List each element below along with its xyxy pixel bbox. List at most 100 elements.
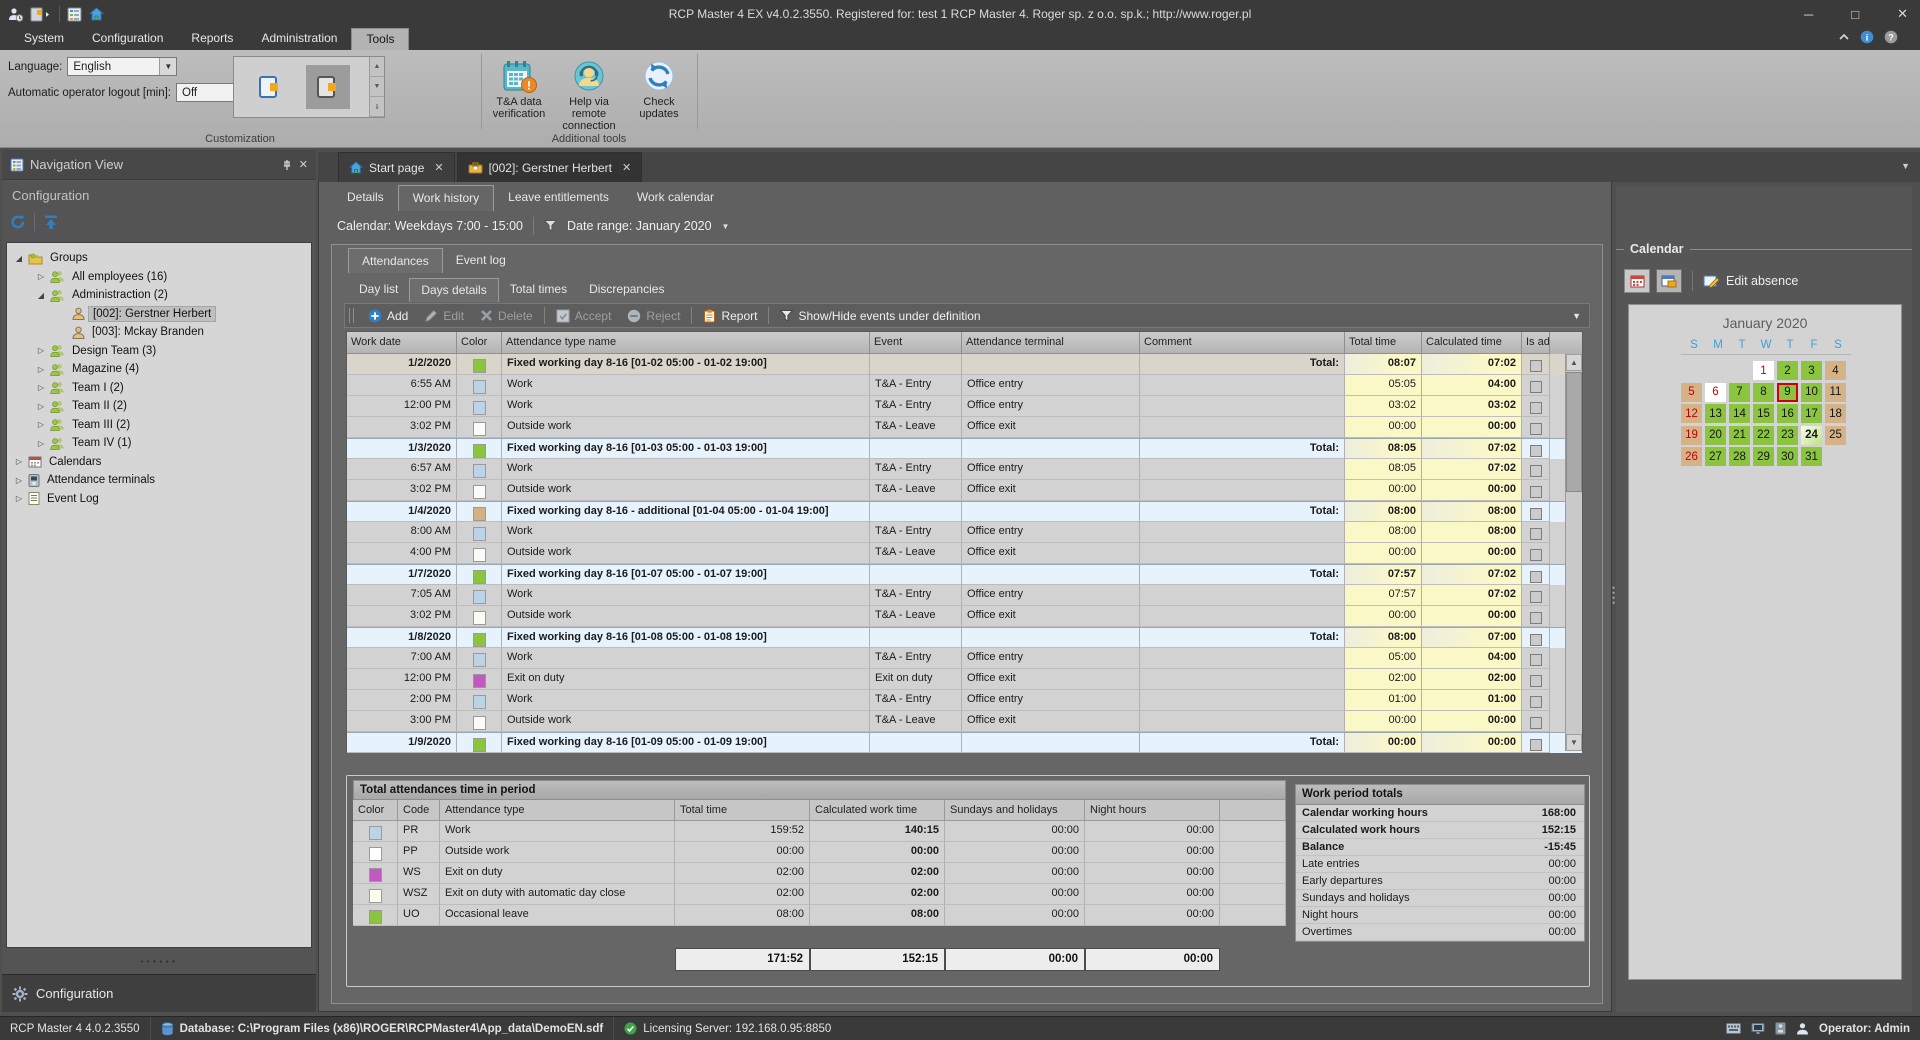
tab-day-list[interactable]: Day list	[348, 278, 409, 302]
attendance-row[interactable]: 3:02 PMOutside workT&A - LeaveOffice exi…	[347, 480, 1582, 501]
is-added-checkbox[interactable]	[1530, 465, 1542, 477]
is-added-checkbox[interactable]	[1530, 634, 1542, 646]
show-hide-events-under-definition-button[interactable]: Show/Hide events under definition	[772, 303, 988, 328]
day-summary-row[interactable]: 1/3/2020Fixed working day 8-16 [01-03 05…	[347, 438, 1582, 459]
calendar-day-17[interactable]: 17	[1801, 404, 1822, 423]
refresh-icon[interactable]	[10, 214, 26, 230]
tree-expander-icon[interactable]: ▷	[35, 439, 47, 448]
day-summary-row[interactable]: 1/4/2020Fixed working day 8-16 - additio…	[347, 501, 1582, 522]
calendar-day-1[interactable]: 1	[1753, 361, 1774, 380]
panel-splitter-handle[interactable]: ······	[2, 954, 316, 969]
ribbon-button-remote-help[interactable]: Help via remote connection	[556, 56, 622, 132]
column-header[interactable]: Is added	[1522, 332, 1550, 354]
tab-close-icon[interactable]: ✕	[622, 161, 631, 174]
calendar-day-2[interactable]: 2	[1777, 361, 1798, 380]
tree-item[interactable]: ▷All employees (16)	[7, 268, 311, 287]
calendar-day-19[interactable]: 19	[1681, 426, 1702, 445]
day-summary-row[interactable]: 1/9/2020Fixed working day 8-16 [01-09 05…	[347, 732, 1582, 753]
toolbar-grip[interactable]	[349, 308, 354, 323]
tree-item[interactable]: ▷Design Team (3)	[7, 342, 311, 361]
tree-expander-icon[interactable]: ▷	[13, 457, 25, 466]
tree-item[interactable]: ▷Team II (2)	[7, 397, 311, 416]
attendance-row[interactable]: 12:00 PMExit on dutyExit on dutyOffice e…	[347, 669, 1582, 690]
scroll-down-icon[interactable]: ▼	[1566, 734, 1582, 751]
menu-tab-tools[interactable]: Tools	[351, 28, 409, 50]
terminal-status-icon[interactable]	[1751, 1023, 1765, 1035]
scrollbar-thumb[interactable]	[1566, 372, 1582, 492]
tree-item[interactable]: ▷Magazine (4)	[7, 360, 311, 379]
is-added-checkbox[interactable]	[1530, 717, 1542, 729]
calendar-day-28[interactable]: 28	[1729, 447, 1750, 466]
column-header[interactable]: Total time	[1345, 332, 1422, 354]
tree-expander-icon[interactable]: ▷	[13, 494, 25, 503]
day-summary-row[interactable]: 1/7/2020Fixed working day 8-16 [01-07 05…	[347, 564, 1582, 585]
attendance-row[interactable]: 12:00 PMWorkT&A - EntryOffice entry03:02…	[347, 396, 1582, 417]
tree-expander-icon[interactable]: ▷	[13, 476, 25, 485]
pin-icon[interactable]	[281, 159, 293, 171]
panel-close-icon[interactable]: ✕	[299, 158, 308, 171]
app-style-option-selected[interactable]	[306, 65, 350, 109]
tree-expander-icon[interactable]: ▷	[35, 383, 47, 392]
calendar-day-27[interactable]: 27	[1705, 447, 1726, 466]
tree-expander-icon[interactable]: ▷	[35, 272, 47, 281]
calendar-day-11[interactable]: 11	[1825, 383, 1846, 402]
attendance-row[interactable]: 6:55 AMWorkT&A - EntryOffice entry05:050…	[347, 375, 1582, 396]
toolbar-overflow-chevron-icon[interactable]: ▼	[1572, 311, 1581, 321]
is-added-checkbox[interactable]	[1530, 739, 1542, 751]
tree-item[interactable]: ▷Attendance terminals	[7, 471, 311, 490]
tree-item[interactable]: ▷Team I (2)	[7, 379, 311, 398]
app-style-option[interactable]	[248, 65, 292, 109]
is-added-checkbox[interactable]	[1530, 675, 1542, 687]
grid-vertical-scrollbar[interactable]: ▲ ▼	[1565, 354, 1582, 751]
column-header[interactable]: Event	[870, 332, 962, 354]
vertical-splitter[interactable]: ••••	[1612, 186, 1615, 1012]
is-added-checkbox[interactable]	[1530, 654, 1542, 666]
summary-row[interactable]: WSZExit on duty with automatic day close…	[353, 884, 1286, 905]
tree-expander-icon[interactable]: ▷	[35, 346, 47, 355]
tree-item[interactable]: ▷Event Log	[7, 490, 311, 509]
is-added-checkbox[interactable]	[1530, 549, 1542, 561]
calendar-day-5[interactable]: 5	[1681, 383, 1702, 402]
calendar-edit-view-button[interactable]	[1656, 269, 1682, 293]
summary-row[interactable]: UOOccasional leave08:0008:0000:0000:00	[353, 905, 1286, 926]
report-button[interactable]: Report	[695, 303, 765, 328]
column-header[interactable]: Comment	[1140, 332, 1345, 354]
tab-details[interactable]: Details	[333, 185, 398, 211]
is-added-checkbox[interactable]	[1530, 528, 1542, 540]
collapse-all-icon[interactable]	[43, 214, 59, 230]
menu-tab-administration[interactable]: Administration	[247, 28, 351, 50]
column-header[interactable]: Calculated time	[1422, 332, 1522, 354]
calendar-day-25[interactable]: 25	[1825, 426, 1846, 445]
tree-item[interactable]: [002]: Gerstner Herbert	[7, 305, 311, 324]
close-button[interactable]: ✕	[1891, 6, 1914, 22]
calendar-day-12[interactable]: 12	[1681, 404, 1702, 423]
column-header[interactable]: Attendance terminal	[962, 332, 1140, 354]
calendar-day-21[interactable]: 21	[1729, 426, 1750, 445]
tree-expander-icon[interactable]: ▷	[35, 402, 47, 411]
nav-bottom-configuration-button[interactable]: Configuration	[2, 974, 316, 1012]
attendance-row[interactable]: 8:00 AMWorkT&A - EntryOffice entry08:000…	[347, 522, 1582, 543]
attendance-row[interactable]: 7:00 AMWorkT&A - EntryOffice entry05:000…	[347, 648, 1582, 669]
calendar-view-button[interactable]	[1624, 269, 1650, 293]
column-header[interactable]: Attendance type name	[502, 332, 870, 354]
collapse-ribbon-icon[interactable]	[1838, 32, 1850, 42]
summary-column-header[interactable]: Total time	[675, 800, 810, 821]
tree-item[interactable]: [003]: Mckay Branden	[7, 323, 311, 342]
calendar-day-9[interactable]: 9	[1777, 383, 1798, 402]
menu-tab-reports[interactable]: Reports	[177, 28, 247, 50]
column-header[interactable]: Color	[457, 332, 502, 354]
tab-discrepancies[interactable]: Discrepancies	[578, 278, 675, 302]
ribbon-button-ta-verification[interactable]: !T&A data verification	[486, 56, 552, 132]
tree-item[interactable]: ▷Team III (2)	[7, 416, 311, 435]
keyboard-status-icon[interactable]	[1726, 1023, 1741, 1034]
calendar-day-14[interactable]: 14	[1729, 404, 1750, 423]
date-range-dropdown[interactable]: Date range: January 2020	[567, 219, 712, 233]
calendar-day-10[interactable]: 10	[1801, 383, 1822, 402]
tab-work-calendar[interactable]: Work calendar	[623, 185, 728, 211]
tab-days-details[interactable]: Days details	[409, 278, 498, 302]
day-summary-row[interactable]: 1/8/2020Fixed working day 8-16 [01-08 05…	[347, 627, 1582, 648]
is-added-checkbox[interactable]	[1530, 591, 1542, 603]
summary-column-header[interactable]: Code	[398, 800, 440, 821]
attendance-row[interactable]: 7:05 AMWorkT&A - EntryOffice entry07:570…	[347, 585, 1582, 606]
calendar-day-8[interactable]: 8	[1753, 383, 1774, 402]
